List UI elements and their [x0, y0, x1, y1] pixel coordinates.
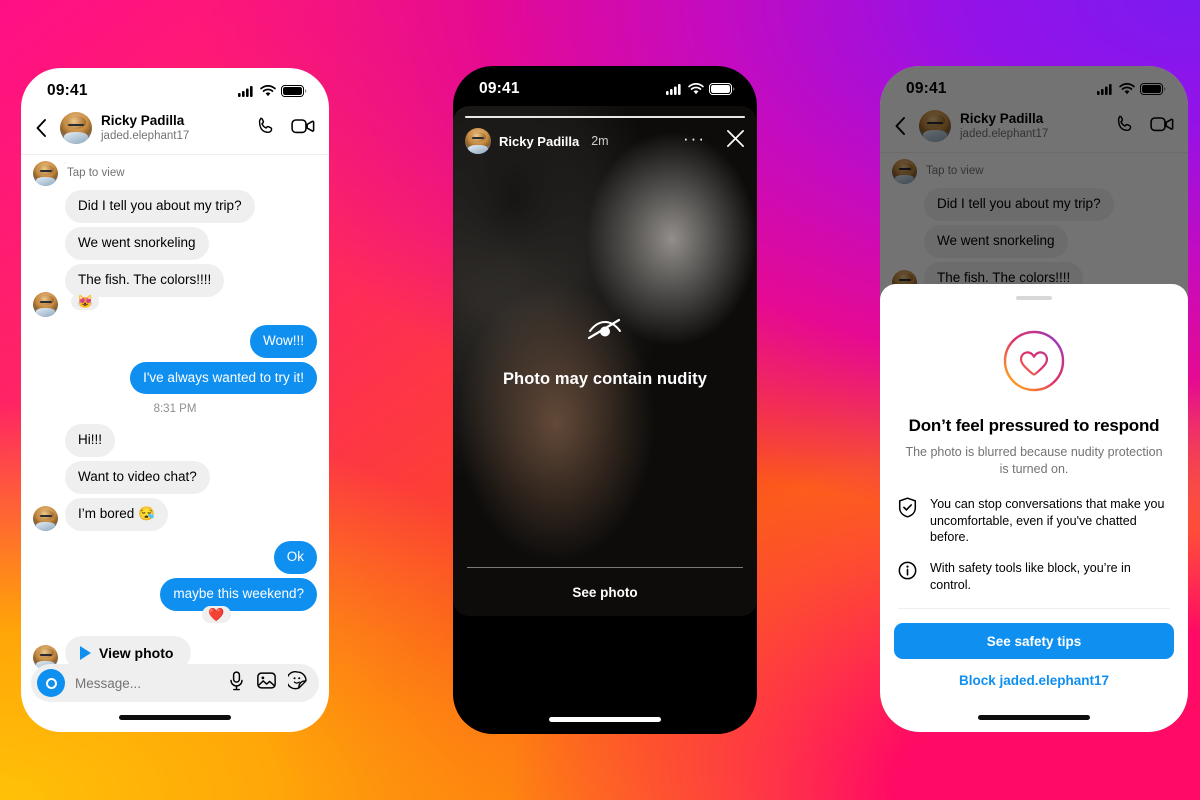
list-item: You can stop conversations that make you… [898, 496, 1170, 547]
camera-icon[interactable] [37, 669, 65, 697]
list-item-text: You can stop conversations that make you… [930, 496, 1165, 545]
avatar [33, 161, 58, 186]
message-bubble[interactable]: maybe this weekend? [160, 577, 317, 611]
message-bubble[interactable]: I've always wanted to try it! [130, 361, 317, 395]
story-author-name: Ricky Padilla [499, 133, 580, 149]
phone1-status-bar: 09:41 [21, 68, 329, 108]
block-user-link[interactable]: Block jaded.elephant17 [880, 673, 1188, 688]
see-photo-button[interactable]: See photo [572, 585, 637, 600]
see-photo-section: See photo [467, 567, 743, 602]
sticker-icon[interactable] [286, 671, 307, 695]
message-bubble[interactable]: The fish. The colors!!!! [65, 263, 225, 297]
message-bubble[interactable]: Want to video chat? [65, 461, 210, 495]
signal-bars-icon [666, 83, 683, 95]
view-photo-label: View photo [99, 644, 174, 661]
phone-2-story-viewer: 09:41 Ricky Padilla 2m ··· Photo may con… [453, 66, 757, 734]
avatar [33, 506, 58, 531]
message-row: Did I tell you about my trip? [33, 190, 317, 223]
avatar[interactable] [60, 112, 92, 144]
video-camera-icon[interactable] [291, 115, 315, 142]
photo-message[interactable]: Tap to view [65, 163, 125, 186]
list-item: With safety tools like block, you’re in … [898, 560, 1170, 594]
drag-handle[interactable] [1016, 295, 1052, 300]
phone2-status-bar: 09:41 [453, 66, 757, 106]
message-bubble[interactable]: Did I tell you about my trip? [65, 190, 255, 223]
play-icon [80, 645, 91, 660]
message-row: Want to video chat? [33, 461, 317, 495]
more-options-icon[interactable]: ··· [683, 130, 706, 152]
message-row: Wow!!! [33, 324, 317, 358]
thread-timestamp: 8:31 PM [153, 403, 197, 416]
phone-3-safety-sheet: 09:41 Ricky Padilla jaded.elephant1 [880, 66, 1188, 732]
message-row: Tap to view [33, 161, 317, 186]
message-bubble[interactable]: Ok [273, 541, 317, 574]
message-row: Hi!!! [33, 424, 317, 458]
nudity-warning: Photo may contain nudity [453, 313, 757, 389]
phone1-chat-header: Ricky Padilla jaded.elephant17 [21, 108, 329, 155]
message-composer[interactable]: Message... [31, 664, 319, 702]
message-row: I’m bored 😪 [33, 498, 317, 531]
gradient-heart-icon [995, 322, 1073, 400]
back-chevron-icon[interactable] [31, 118, 51, 138]
sheet-bullet-list: You can stop conversations that make you… [898, 496, 1170, 609]
list-item-text: With safety tools like block, you’re in … [930, 561, 1131, 593]
avatar[interactable] [465, 128, 491, 154]
phone-1-chat: 09:41 Ricky Padilla jaded.elephant17 Tap… [21, 68, 329, 732]
story-header: Ricky Padilla 2m ··· [465, 128, 745, 154]
message-row: We went snorkeling [33, 226, 317, 260]
story-timestamp: 2m [591, 134, 609, 148]
avatar [33, 291, 58, 317]
battery-icon [709, 83, 735, 95]
message-reaction[interactable]: ❤️ [202, 605, 231, 623]
home-indicator [119, 715, 231, 720]
eye-slash-icon [585, 318, 625, 347]
contact-username: jaded.elephant17 [101, 129, 190, 142]
signal-bars-icon [238, 85, 255, 97]
home-indicator [549, 717, 661, 722]
message-bubble[interactable]: Hi!!! [65, 424, 116, 458]
phone-call-icon[interactable] [255, 115, 277, 142]
tap-to-view-label: Tap to view [67, 166, 125, 179]
nudity-warning-title: Photo may contain nudity [502, 369, 708, 388]
image-icon[interactable] [257, 671, 276, 695]
sheet-subtitle: The photo is blurred because nudity prot… [905, 444, 1163, 476]
microphone-icon[interactable] [228, 670, 245, 696]
message-row: maybe this weekend? ❤️ [33, 577, 317, 624]
info-circle-icon [898, 560, 918, 585]
story-progress-bar [465, 116, 745, 118]
shield-check-icon [898, 496, 918, 523]
battery-icon [281, 85, 307, 97]
status-time: 09:41 [47, 82, 88, 99]
home-indicator [978, 715, 1090, 720]
message-row: The fish. The colors!!!! 😻 [33, 263, 317, 317]
see-safety-tips-button[interactable]: See safety tips [894, 623, 1174, 659]
sheet-title: Don’t feel pressured to respond [908, 415, 1160, 435]
message-input[interactable]: Message... [75, 676, 218, 691]
wifi-icon [260, 85, 276, 97]
wifi-icon [688, 83, 704, 95]
message-row: Ok [33, 541, 317, 574]
divider [467, 567, 743, 568]
message-bubble[interactable]: We went snorkeling [65, 226, 209, 260]
message-row: I've always wanted to try it! [33, 361, 317, 395]
message-reaction[interactable]: 😻 [71, 292, 100, 310]
story-media-blurred[interactable]: Ricky Padilla 2m ··· Photo may contain n… [453, 106, 757, 616]
phone1-message-thread[interactable]: Tap to view Did I tell you about my trip… [21, 155, 329, 670]
message-bubble[interactable]: Wow!!! [249, 324, 317, 358]
message-bubble[interactable]: I’m bored 😪 [65, 498, 168, 531]
chat-title-block[interactable]: Ricky Padilla jaded.elephant17 [101, 113, 246, 143]
close-x-icon[interactable] [726, 129, 745, 153]
phone-mockup-stage: 09:41 Ricky Padilla jaded.elephant17 Tap… [0, 0, 1200, 800]
contact-name: Ricky Padilla [101, 113, 185, 129]
nudity-protection-sheet: Don’t feel pressured to respond The phot… [880, 283, 1188, 732]
status-time: 09:41 [479, 80, 520, 97]
